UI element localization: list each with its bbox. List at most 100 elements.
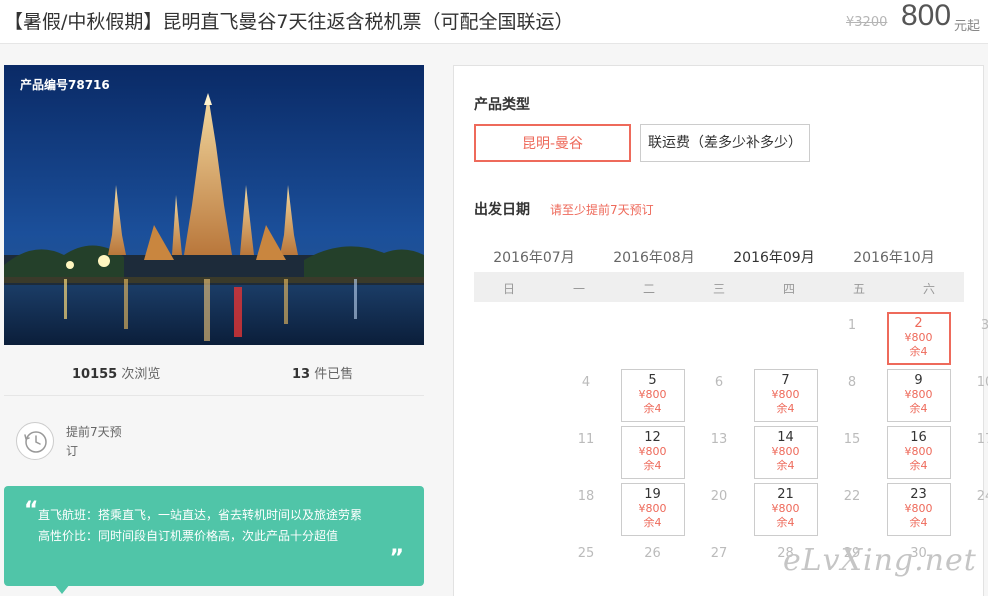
sold-stat: 13 件已售 xyxy=(292,363,353,382)
calendar-day-available[interactable]: 23 ¥800 余4 xyxy=(886,483,951,536)
day-price: ¥800 xyxy=(904,388,933,401)
product-type-label: 产品类型 xyxy=(474,97,530,113)
departure-date-label: 出发日期 xyxy=(474,202,530,218)
day-remaining: 余4 xyxy=(776,516,795,529)
day-number: 14 xyxy=(777,430,794,445)
product-highlights: “ 直飞航班：搭乘直飞，一站直达，省去转机时间以及旅途劳累 高性价比：同时间段自… xyxy=(4,486,424,594)
day-number: 3 xyxy=(980,318,988,333)
day-remaining: 余4 xyxy=(909,345,928,358)
product-title: 【暑假/中秋假期】昆明直飞曼谷7天往返含税机票（可配全国联运） xyxy=(4,11,574,33)
month-tab[interactable]: 2016年10月 xyxy=(834,247,954,273)
calendar-day: 20 xyxy=(687,483,751,536)
advance-booking-info: 提前7天预订 xyxy=(4,396,424,486)
price-unit: 元起 xyxy=(954,19,981,34)
day-remaining: 余4 xyxy=(776,459,795,472)
calendar-day: 8 xyxy=(820,369,884,422)
sold-label: 件已售 xyxy=(310,367,354,382)
day-number: 19 xyxy=(644,487,661,502)
sold-count: 13 xyxy=(292,367,311,382)
highlight-line: 高性价比：同时间段自订机票价格高，次此产品十分超值 xyxy=(38,529,339,543)
calendar-day-available[interactable]: 2 ¥800 余4 xyxy=(886,312,951,365)
day-number: 26 xyxy=(644,546,661,561)
calendar-day: 15 xyxy=(820,426,884,479)
month-tab[interactable]: 2016年09月 xyxy=(714,247,834,275)
day-price: ¥800 xyxy=(638,502,667,515)
temple-night-photo xyxy=(4,65,424,345)
calendar-day-available[interactable]: 16 ¥800 余4 xyxy=(886,426,951,479)
day-number: 4 xyxy=(581,375,591,390)
day-price: ¥800 xyxy=(638,445,667,458)
day-number: 22 xyxy=(843,489,861,504)
calendar-day: 24 xyxy=(953,483,988,536)
watermark: eLvXing.net xyxy=(783,543,977,578)
day-remaining: 余4 xyxy=(909,402,928,415)
weekday-label: 日 xyxy=(502,282,515,296)
day-number: 9 xyxy=(914,373,923,388)
calendar-day-available[interactable]: 21 ¥800 余4 xyxy=(753,483,818,536)
month-tabs: 2016年07月 2016年08月 2016年09月 2016年10月 xyxy=(474,244,964,275)
calendar-day: 6 xyxy=(687,369,751,422)
day-price: ¥800 xyxy=(771,502,800,515)
day-number: 21 xyxy=(777,487,794,502)
quote-open-icon: “ xyxy=(24,498,39,523)
month-tab[interactable]: 2016年08月 xyxy=(594,247,714,273)
calendar-day: 1 xyxy=(820,312,884,365)
calendar-day: 11 xyxy=(554,426,618,479)
month-tab[interactable]: 2016年07月 xyxy=(474,247,594,273)
calendar-day-available[interactable]: 14 ¥800 余4 xyxy=(753,426,818,479)
calendar-day: 17 xyxy=(953,426,988,479)
day-remaining: 余4 xyxy=(776,402,795,415)
day-number: 23 xyxy=(910,487,927,502)
day-number: 7 xyxy=(781,373,790,388)
quote-close-icon: ” xyxy=(389,546,404,571)
day-number: 20 xyxy=(710,489,728,504)
advance-booking-text: 提前7天预订 xyxy=(66,425,122,458)
booking-hint: 请至少提前7天预订 xyxy=(550,203,654,217)
day-price: ¥800 xyxy=(638,388,667,401)
day-remaining: 余4 xyxy=(909,516,928,529)
day-number: 2 xyxy=(914,316,923,331)
clock-icon xyxy=(16,422,54,460)
day-remaining: 余4 xyxy=(643,459,662,472)
day-number: 11 xyxy=(577,432,595,447)
calendar-day: 18 xyxy=(554,483,618,536)
day-remaining: 余4 xyxy=(643,516,662,529)
weekday-label: 三 xyxy=(712,282,725,296)
views-stat: 10155 次浏览 xyxy=(72,363,160,382)
calendar-day: 25 xyxy=(554,540,618,593)
calendar-day-available[interactable]: 9 ¥800 余4 xyxy=(886,369,951,422)
weekday-label: 四 xyxy=(782,282,795,296)
calendar-day: 26 xyxy=(621,540,685,593)
calendar-day-available[interactable]: 7 ¥800 余4 xyxy=(753,369,818,422)
product-header: 【暑假/中秋假期】昆明直飞曼谷7天往返含税机票（可配全国联运） ¥3200 80… xyxy=(0,0,988,44)
day-number: 13 xyxy=(710,432,728,447)
day-number: 15 xyxy=(843,432,861,447)
day-price: ¥800 xyxy=(771,388,800,401)
views-count: 10155 xyxy=(72,367,118,382)
day-price: ¥800 xyxy=(771,445,800,458)
original-price: ¥3200 xyxy=(846,15,888,30)
type-option-connection-fee[interactable]: 联运费（差多少补多少） xyxy=(640,124,810,162)
bubble-tail xyxy=(54,584,70,594)
highlight-line: 直飞航班：搭乘直飞，一站直达，省去转机时间以及旅途劳累 xyxy=(38,508,363,522)
calendar-day: 4 xyxy=(554,369,618,422)
product-stats: 10155 次浏览 13 件已售 xyxy=(4,346,424,396)
day-number: 16 xyxy=(910,430,927,445)
weekday-label: 二 xyxy=(642,282,655,296)
day-number: 17 xyxy=(976,432,988,447)
calendar-day-available[interactable]: 5 ¥800 余4 xyxy=(620,369,685,422)
weekday-label: 六 xyxy=(922,282,935,296)
calendar-day-available[interactable]: 19 ¥800 余4 xyxy=(620,483,685,536)
day-number: 6 xyxy=(714,375,724,390)
day-number: 8 xyxy=(847,375,857,390)
day-price: ¥800 xyxy=(904,502,933,515)
day-number: 1 xyxy=(847,318,857,333)
weekday-header: 日一二三四五六 xyxy=(474,272,964,302)
day-number: 27 xyxy=(710,546,728,561)
day-number: 5 xyxy=(648,373,657,388)
type-option-kunming-bangkok[interactable]: 昆明-曼谷 xyxy=(474,124,631,162)
booking-panel: 产品类型 昆明-曼谷 联运费（差多少补多少） 出发日期 请至少提前7天预订 20… xyxy=(453,65,988,596)
day-number: 24 xyxy=(976,489,988,504)
calendar-day-available[interactable]: 12 ¥800 余4 xyxy=(620,426,685,479)
day-number: 25 xyxy=(577,546,595,561)
